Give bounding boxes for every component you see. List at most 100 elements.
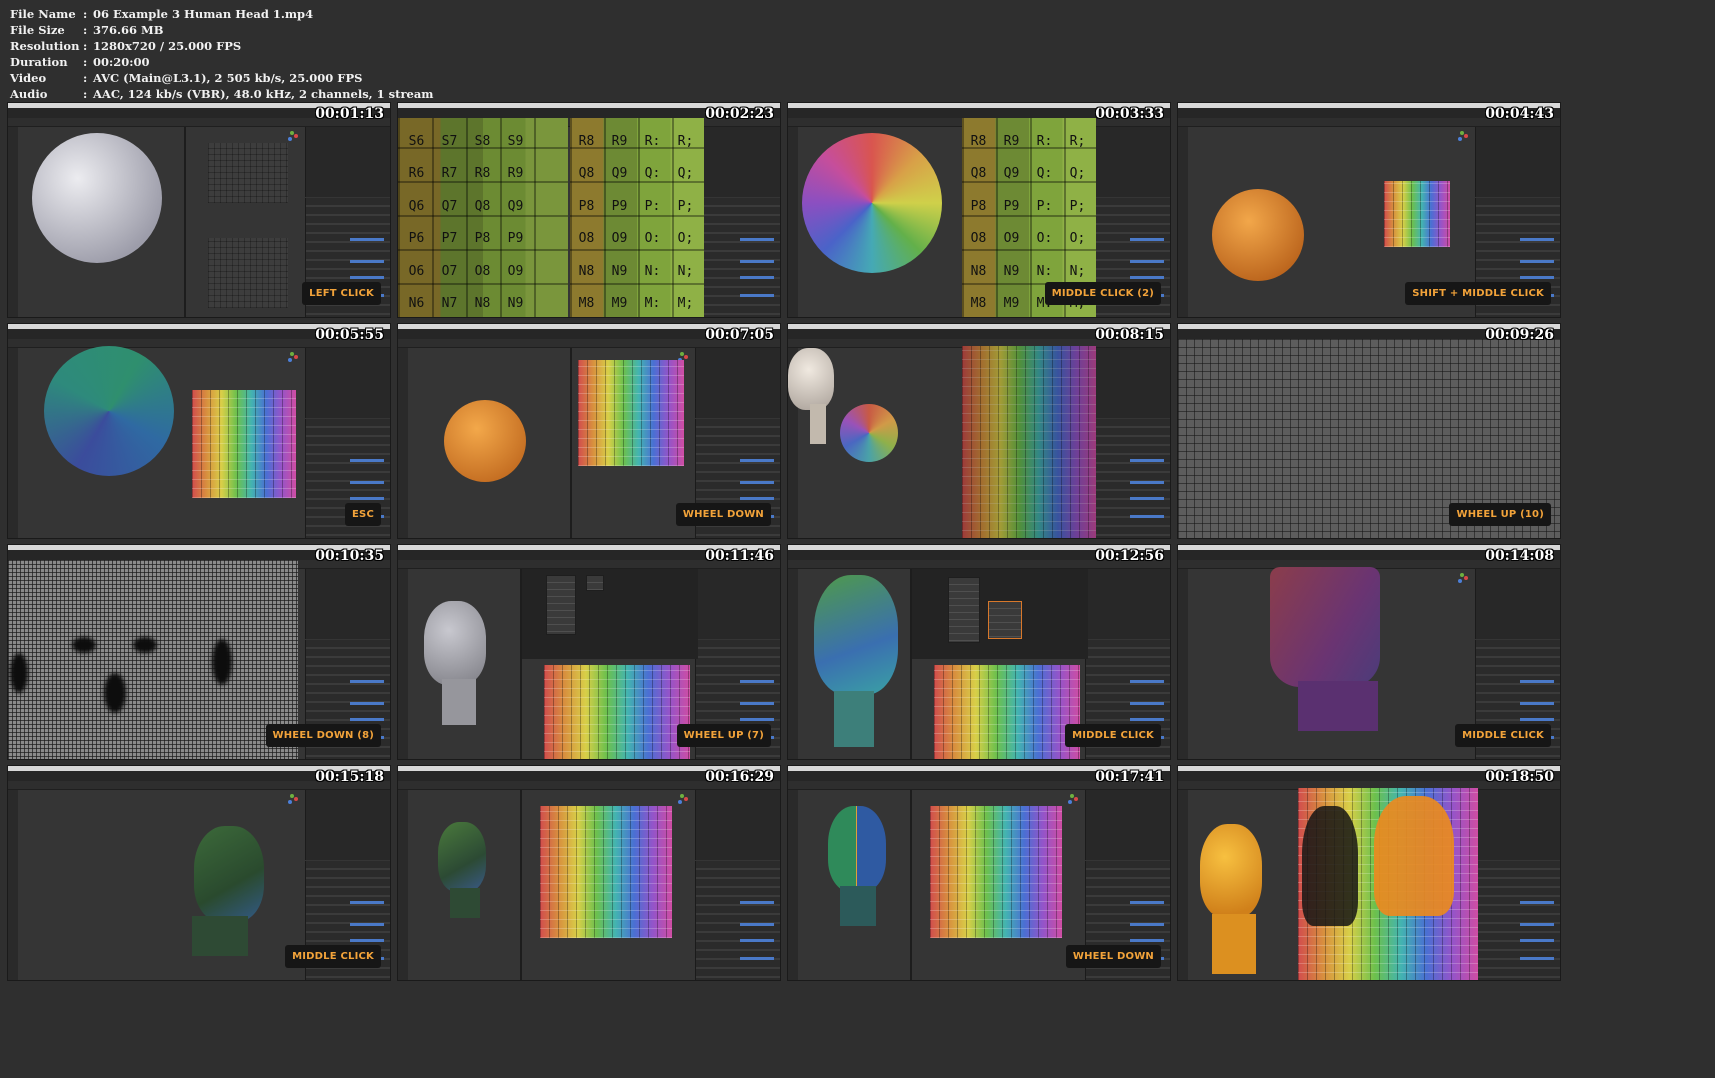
outliner-panel <box>305 569 390 639</box>
video-thumbnail[interactable]: 00:12:56 MIDDLE CLICK <box>787 544 1171 760</box>
property-slider[interactable] <box>350 923 384 926</box>
video-thumbnail[interactable]: 00:10:35 WHEEL DOWN (8) <box>7 544 391 760</box>
property-slider[interactable] <box>1520 901 1554 904</box>
property-slider[interactable] <box>740 459 774 462</box>
property-slider[interactable] <box>1130 276 1164 279</box>
nose-hole <box>104 673 126 713</box>
property-slider[interactable] <box>350 718 384 721</box>
property-slider[interactable] <box>1520 680 1554 683</box>
video-thumbnail[interactable]: 00:17:41 WHEEL DOWN <box>787 765 1171 981</box>
property-slider[interactable] <box>1520 702 1554 705</box>
checker-cell-label: O7 <box>441 263 458 279</box>
property-slider[interactable] <box>1130 718 1164 721</box>
property-slider[interactable] <box>1520 260 1554 263</box>
video-thumbnail[interactable]: 00:01:13 LEFT CLICK <box>7 102 391 318</box>
property-slider[interactable] <box>1130 459 1164 462</box>
property-slider[interactable] <box>1520 238 1554 241</box>
thumbnail-timestamp: 00:12:56 <box>1095 548 1164 564</box>
property-slider[interactable] <box>350 260 384 263</box>
property-slider[interactable] <box>1130 702 1164 705</box>
property-slider[interactable] <box>1520 276 1554 279</box>
head-mesh <box>788 348 834 410</box>
property-slider[interactable] <box>1130 939 1164 942</box>
uv-sphere <box>32 133 162 263</box>
thumbnail-timestamp: 00:09:26 <box>1485 327 1554 343</box>
checker-cell-label: O8 <box>578 231 595 247</box>
editor-split <box>184 127 186 317</box>
eye-hole <box>72 637 96 653</box>
property-slider[interactable] <box>350 497 384 500</box>
gizmo-y-icon <box>680 352 684 356</box>
property-slider[interactable] <box>740 957 774 960</box>
checker-cell-label: S9 <box>507 133 524 149</box>
toolbar-panel <box>1178 790 1188 980</box>
property-slider[interactable] <box>1130 923 1164 926</box>
property-slider[interactable] <box>740 497 774 500</box>
outliner-panel <box>1475 569 1560 639</box>
property-slider[interactable] <box>1130 680 1164 683</box>
checker-cell-label: Q; <box>1069 166 1086 182</box>
key-hint-badge: WHEEL DOWN <box>675 503 771 526</box>
video-thumbnail[interactable]: 00:05:55 ESC <box>7 323 391 539</box>
checker-cell-label: N: <box>644 263 661 279</box>
property-slider[interactable] <box>740 238 774 241</box>
gizmo-x-icon <box>1074 797 1078 801</box>
property-slider[interactable] <box>740 718 774 721</box>
property-slider[interactable] <box>350 276 384 279</box>
property-slider[interactable] <box>1130 497 1164 500</box>
property-slider[interactable] <box>740 276 774 279</box>
video-thumbnail[interactable]: 00:08:15 <box>787 323 1171 539</box>
property-slider[interactable] <box>1130 481 1164 484</box>
checker-cell-label: P8 <box>970 198 987 214</box>
property-slider[interactable] <box>740 260 774 263</box>
property-slider[interactable] <box>740 901 774 904</box>
property-slider[interactable] <box>740 294 774 297</box>
property-slider[interactable] <box>1130 515 1164 518</box>
video-thumbnail[interactable]: 00:09:26 WHEEL UP (10) <box>1177 323 1561 539</box>
uv-texture <box>544 665 690 759</box>
property-slider[interactable] <box>350 459 384 462</box>
property-slider[interactable] <box>740 923 774 926</box>
navigation-gizmo-icon <box>288 352 298 362</box>
thumbnail-timestamp: 00:07:05 <box>705 327 774 343</box>
property-slider[interactable] <box>1520 939 1554 942</box>
property-slider[interactable] <box>1520 923 1554 926</box>
video-thumbnail[interactable]: 00:04:43 SHIFT + MIDDLE CLICK <box>1177 102 1561 318</box>
property-slider[interactable] <box>350 238 384 241</box>
video-thumbnail[interactable]: 00:16:29 <box>397 765 781 981</box>
property-slider[interactable] <box>350 939 384 942</box>
property-slider[interactable] <box>740 939 774 942</box>
property-slider[interactable] <box>1130 901 1164 904</box>
property-slider[interactable] <box>1130 238 1164 241</box>
property-slider[interactable] <box>1520 718 1554 721</box>
property-slider[interactable] <box>350 680 384 683</box>
checker-cell-label: Q9 <box>507 198 524 214</box>
property-slider[interactable] <box>740 680 774 683</box>
checker-labels-right: R8 R9 R: R; Q8 Q9 Q: Q; P8 P9 P: P; O8 O9 O: O; N8 N9 N: N;… <box>570 125 702 317</box>
head-mesh <box>194 826 264 922</box>
gizmo-x-icon <box>684 355 688 359</box>
property-slider[interactable] <box>350 702 384 705</box>
gizmo-z-icon <box>1068 800 1072 804</box>
video-thumbnail[interactable]: 00:14:08 MIDDLE CLICK <box>1177 544 1561 760</box>
video-thumbnail[interactable]: R8 R9 R: R; Q8 Q9 Q: Q; P8 P9 P: P; O8 O9 O: O; N8 N9 N: N;… <box>787 102 1171 318</box>
property-slider[interactable] <box>1520 957 1554 960</box>
video-thumbnail[interactable]: 00:11:46 WHEEL UP (7) <box>397 544 781 760</box>
gizmo-x-icon <box>294 355 298 359</box>
property-slider[interactable] <box>1130 260 1164 263</box>
thumbnail-grid: 00:01:13 LEFT CLICK S6 S7 S8 S9 R6 R7 R8 R9 Q6 Q7 Q8… <box>0 0 1715 1078</box>
video-thumbnail[interactable]: 00:07:05 WHEEL DOWN <box>397 323 781 539</box>
video-thumbnail[interactable]: 00:18:50 <box>1177 765 1561 981</box>
property-slider[interactable] <box>350 481 384 484</box>
properties-panel <box>695 198 780 317</box>
shader-node <box>546 575 576 635</box>
property-slider[interactable] <box>350 901 384 904</box>
video-thumbnail[interactable]: S6 S7 S8 S9 R6 R7 R8 R9 Q6 Q7 Q8 Q9 P6 P7 P8 P9 O6 O7 O8 O9… <box>397 102 781 318</box>
outliner-panel <box>1085 790 1170 860</box>
uv-grid <box>208 143 288 203</box>
property-slider[interactable] <box>740 481 774 484</box>
video-thumbnail[interactable]: 00:15:18 MIDDLE CLICK <box>7 765 391 981</box>
property-slider[interactable] <box>740 702 774 705</box>
key-hint-badge: WHEEL DOWN (8) <box>265 724 381 747</box>
outliner-panel <box>695 127 780 197</box>
